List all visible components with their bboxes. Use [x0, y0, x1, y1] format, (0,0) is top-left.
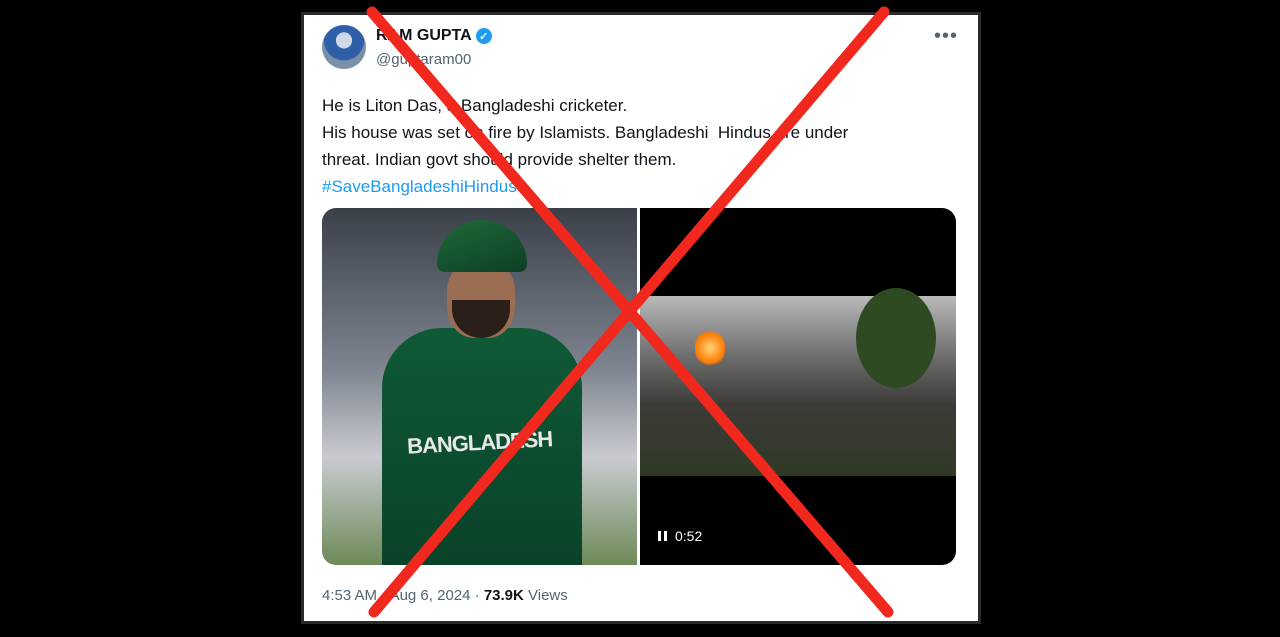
tweet-time[interactable]: 4:53 AM: [322, 587, 377, 604]
meta-separator: ·: [381, 587, 387, 604]
views-count: 73.9K: [483, 587, 524, 604]
meta-separator-2: ·: [474, 587, 480, 604]
cricketer-photo[interactable]: BANGLADESH: [322, 208, 637, 565]
video-duration[interactable]: 0:52: [658, 528, 702, 544]
views-label: Views: [528, 587, 568, 604]
display-name-text[interactable]: RAM GUPTA: [376, 27, 472, 45]
tree: [856, 288, 936, 388]
user-handle[interactable]: @guptaram00: [376, 51, 471, 68]
pause-icon[interactable]: [658, 531, 667, 541]
more-horizontal-icon[interactable]: •••: [934, 25, 958, 48]
tweet-meta: 4:53 AM · Aug 6, 2024 · 73.9K Views: [322, 587, 568, 604]
duration-text: 0:52: [675, 528, 703, 544]
verified-badge-icon: ✓: [475, 28, 492, 44]
tweet-line-3: threat. Indian govt should provide shelt…: [322, 150, 677, 169]
fire-video[interactable]: 0:52: [640, 208, 956, 565]
fire: [695, 328, 725, 368]
tweet-text: He is Liton Das, a Bangladeshi cricketer…: [322, 92, 942, 200]
tweet-line-1: He is Liton Das, a Bangladeshi cricketer…: [322, 96, 628, 115]
tweet-card: RAM GUPTA ✓ @guptaram00 ••• He is Liton …: [301, 12, 981, 624]
cap: [437, 220, 527, 272]
tweet-line-2: His house was set on fire by Islamists. …: [322, 123, 849, 142]
tweet-date[interactable]: Aug 6, 2024: [390, 587, 471, 604]
avatar[interactable]: [322, 25, 366, 69]
display-name[interactable]: RAM GUPTA ✓: [376, 27, 492, 45]
hashtag-link[interactable]: #SaveBangladeshiHindus: [322, 173, 942, 200]
tweet-media: BANGLADESH 0:52: [322, 208, 956, 565]
